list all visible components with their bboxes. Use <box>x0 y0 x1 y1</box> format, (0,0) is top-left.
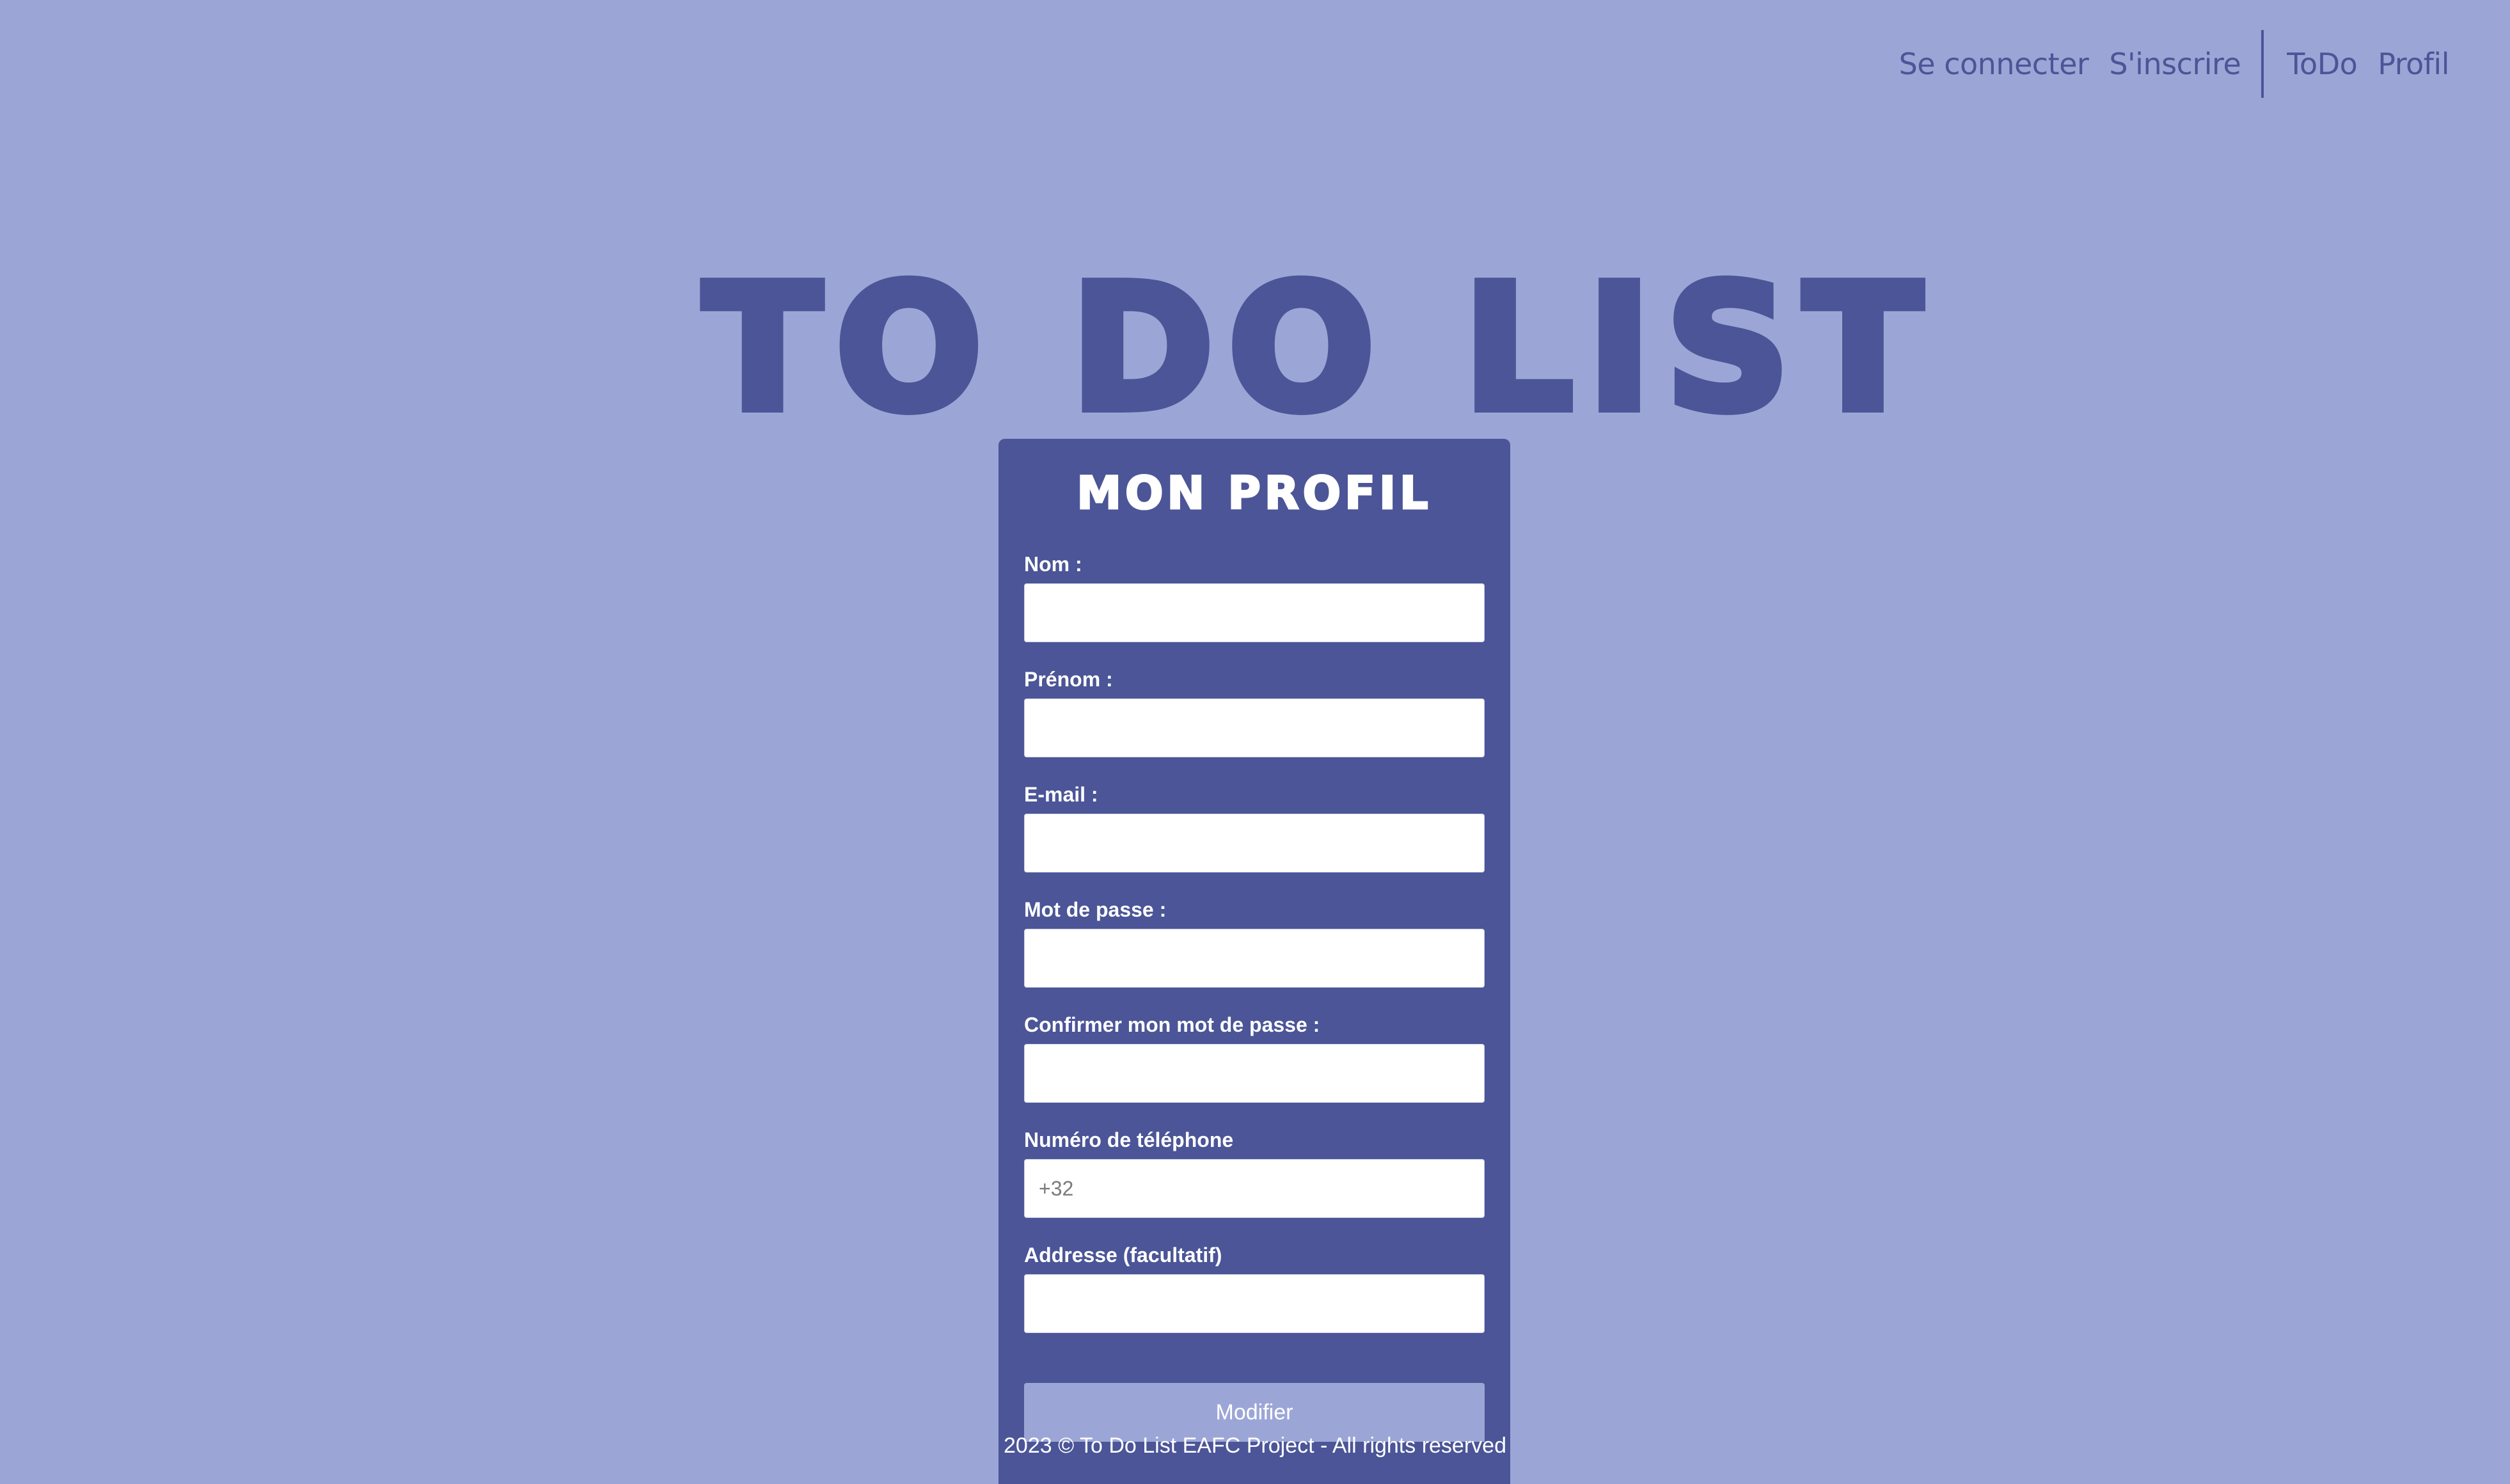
address-label: Addresse (facultatif) <box>1024 1243 1222 1267</box>
password-field-group: Mot de passe : <box>1024 897 1485 988</box>
nav-register-link[interactable]: S'inscrire <box>2109 47 2241 81</box>
last-name-field-group: Nom : <box>1024 551 1485 642</box>
address-input[interactable] <box>1024 1274 1485 1333</box>
confirm-password-label: Confirmer mon mot de passe : <box>1024 1013 1320 1036</box>
profile-form-title: Mon Profil <box>1076 466 1432 521</box>
phone-input[interactable] <box>1024 1159 1485 1218</box>
nav-divider <box>2261 30 2264 98</box>
profile-form-card: Mon Profil Nom : Prénom : E-mail : Mot d… <box>998 439 1510 1484</box>
email-label: E-mail : <box>1024 783 1098 806</box>
nav-profile-link[interactable]: Profil <box>2378 47 2449 81</box>
footer-copyright: 2023 © To Do List EAFC Project - All rig… <box>1004 1433 1506 1458</box>
phone-label: Numéro de téléphone <box>1024 1128 1234 1151</box>
last-name-input[interactable] <box>1024 583 1485 642</box>
confirm-password-field-group: Confirmer mon mot de passe : <box>1024 1012 1485 1103</box>
email-input[interactable] <box>1024 814 1485 872</box>
confirm-password-input[interactable] <box>1024 1044 1485 1103</box>
password-label: Mot de passe : <box>1024 898 1167 921</box>
top-navigation: Se connecter S'inscrire ToDo Profil <box>1899 29 2449 99</box>
nav-login-link[interactable]: Se connecter <box>1899 47 2089 81</box>
first-name-field-group: Prénom : <box>1024 667 1485 757</box>
last-name-label: Nom : <box>1024 553 1082 576</box>
phone-field-group: Numéro de téléphone <box>1024 1127 1485 1218</box>
first-name-input[interactable] <box>1024 699 1485 757</box>
email-field-group: E-mail : <box>1024 782 1485 872</box>
site-title: To Do List <box>699 248 1936 449</box>
address-field-group: Addresse (facultatif) <box>1024 1242 1485 1333</box>
nav-todo-link[interactable]: ToDo <box>2287 47 2358 81</box>
first-name-label: Prénom : <box>1024 668 1113 691</box>
password-input[interactable] <box>1024 929 1485 988</box>
